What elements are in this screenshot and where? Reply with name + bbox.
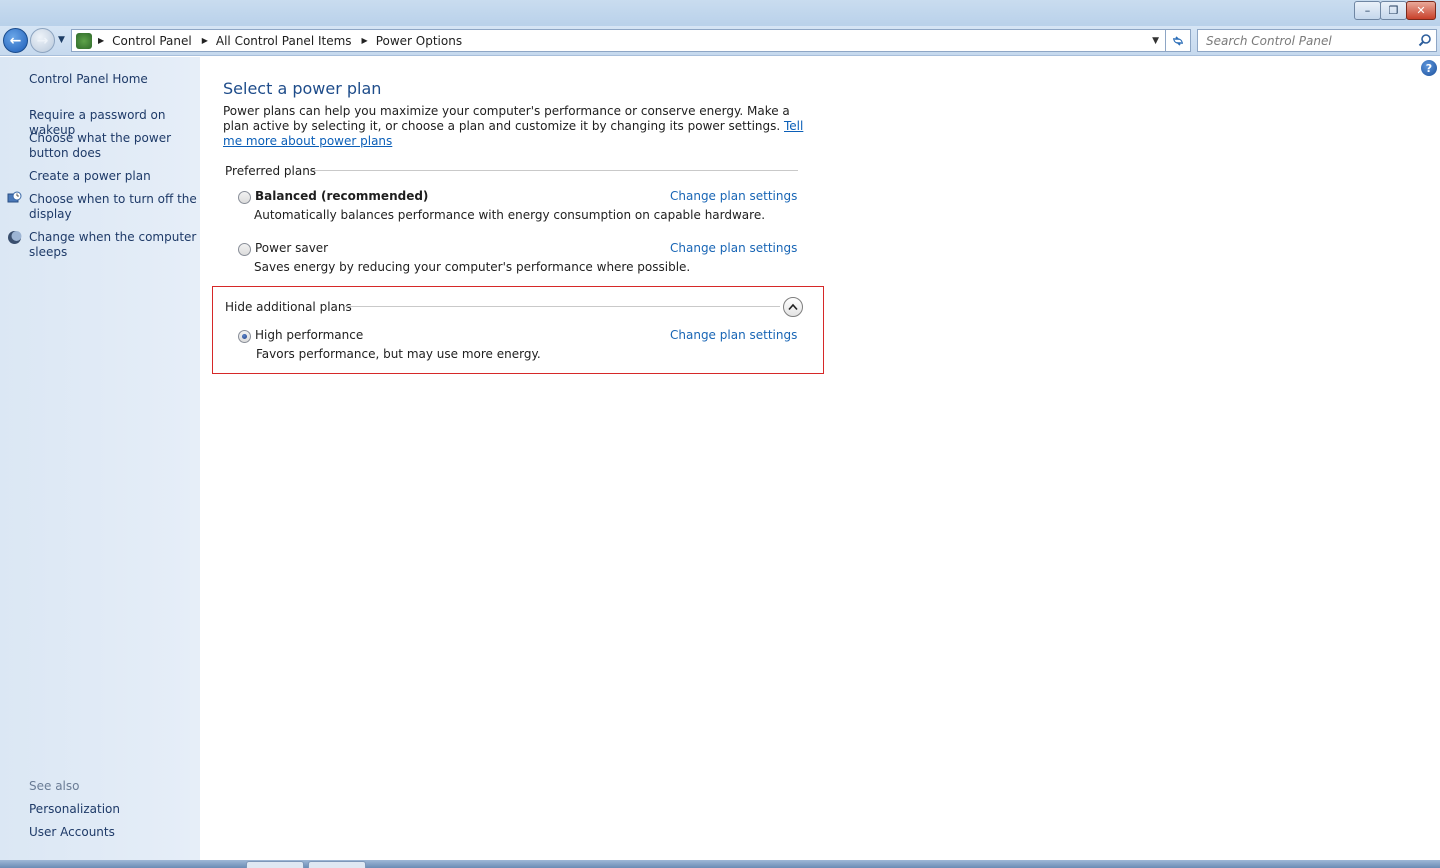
breadcrumb-all-control-panel-items[interactable]: All Control Panel Items	[216, 34, 352, 48]
taskbar	[0, 860, 1440, 868]
breadcrumb-separator[interactable]: ▶	[202, 36, 208, 45]
navigation-bar: ← → ▼ ▶ Control Panel ▶ All Control Pane…	[0, 26, 1440, 56]
page-title: Select a power plan	[223, 79, 382, 98]
task-pane: Control Panel Home Require a password on…	[0, 57, 200, 860]
preferred-plans-header: Preferred plans	[225, 164, 317, 178]
help-icon[interactable]: ?	[1421, 60, 1437, 76]
sidebar-item-display-off[interactable]: Choose when to turn off the display	[29, 192, 197, 222]
breadcrumb-separator[interactable]: ▶	[98, 36, 104, 45]
breadcrumb-control-panel[interactable]: Control Panel	[112, 34, 192, 48]
forward-button[interactable]: →	[30, 28, 55, 53]
section-divider	[312, 170, 798, 171]
sidebar-item-power-button[interactable]: Choose what the power button does	[29, 131, 197, 161]
search-box[interactable]	[1197, 29, 1437, 52]
search-input[interactable]	[1206, 33, 1411, 48]
change-plan-settings-balanced-link[interactable]: Change plan settings	[670, 189, 797, 203]
taskbar-button[interactable]	[246, 861, 304, 868]
intro-paragraph: Power plans can help you maximize your c…	[223, 104, 790, 133]
plan-description-high-performance: Favors performance, but may use more ene…	[256, 347, 541, 361]
radio-power-saver[interactable]	[238, 243, 251, 256]
section-divider	[344, 306, 780, 307]
sidebar-item-create-plan[interactable]: Create a power plan	[29, 169, 197, 184]
minimize-button[interactable]: –	[1354, 1, 1381, 20]
radio-high-performance[interactable]	[238, 330, 251, 343]
breadcrumb-power-options[interactable]: Power Options	[376, 34, 462, 48]
see-also-user-accounts-link[interactable]: User Accounts	[29, 825, 197, 840]
plan-name-high-performance[interactable]: High performance	[255, 328, 363, 342]
collapse-button[interactable]	[783, 297, 803, 317]
display-clock-icon	[7, 191, 22, 203]
control-panel-icon	[76, 32, 92, 49]
see-also-personalization-link[interactable]: Personalization	[29, 802, 197, 817]
main-content: ? Select a power plan Power plans can he…	[200, 57, 1440, 860]
search-icon[interactable]	[1418, 33, 1432, 47]
close-button[interactable]: ✕	[1406, 1, 1436, 20]
taskbar-button[interactable]	[308, 861, 366, 868]
address-dropdown-icon[interactable]: ▼	[1152, 36, 1159, 46]
refresh-button[interactable]	[1166, 29, 1191, 52]
change-plan-settings-power-saver-link[interactable]: Change plan settings	[670, 241, 797, 255]
change-plan-settings-high-performance-link[interactable]: Change plan settings	[670, 328, 797, 342]
plan-name-power-saver[interactable]: Power saver	[255, 241, 328, 255]
plan-description-balanced: Automatically balances performance with …	[254, 208, 766, 222]
window-controls: – ❐ ✕	[1354, 1, 1436, 20]
restore-button[interactable]: ❐	[1380, 1, 1407, 20]
radio-balanced[interactable]	[238, 191, 251, 204]
refresh-icon	[1173, 35, 1183, 46]
recent-pages-dropdown[interactable]: ▼	[58, 35, 65, 45]
breadcrumb-separator[interactable]: ▶	[362, 36, 368, 45]
address-bar[interactable]: ▶ Control Panel ▶ All Control Panel Item…	[71, 29, 1166, 52]
sidebar-item-sleep[interactable]: Change when the computer sleeps	[29, 230, 197, 260]
moon-icon	[8, 231, 22, 244]
back-button[interactable]: ←	[3, 28, 28, 53]
hide-additional-plans-header[interactable]: Hide additional plans	[225, 300, 352, 314]
title-bar: – ❐ ✕	[0, 0, 1440, 26]
see-also-header: See also	[29, 779, 80, 793]
plan-description-power-saver: Saves energy by reducing your computer's…	[254, 260, 691, 274]
control-panel-home-link[interactable]: Control Panel Home	[29, 72, 197, 87]
plan-name-balanced[interactable]: Balanced (recommended)	[255, 189, 428, 203]
intro-text: Power plans can help you maximize your c…	[223, 104, 808, 149]
chevron-up-icon	[788, 303, 798, 311]
